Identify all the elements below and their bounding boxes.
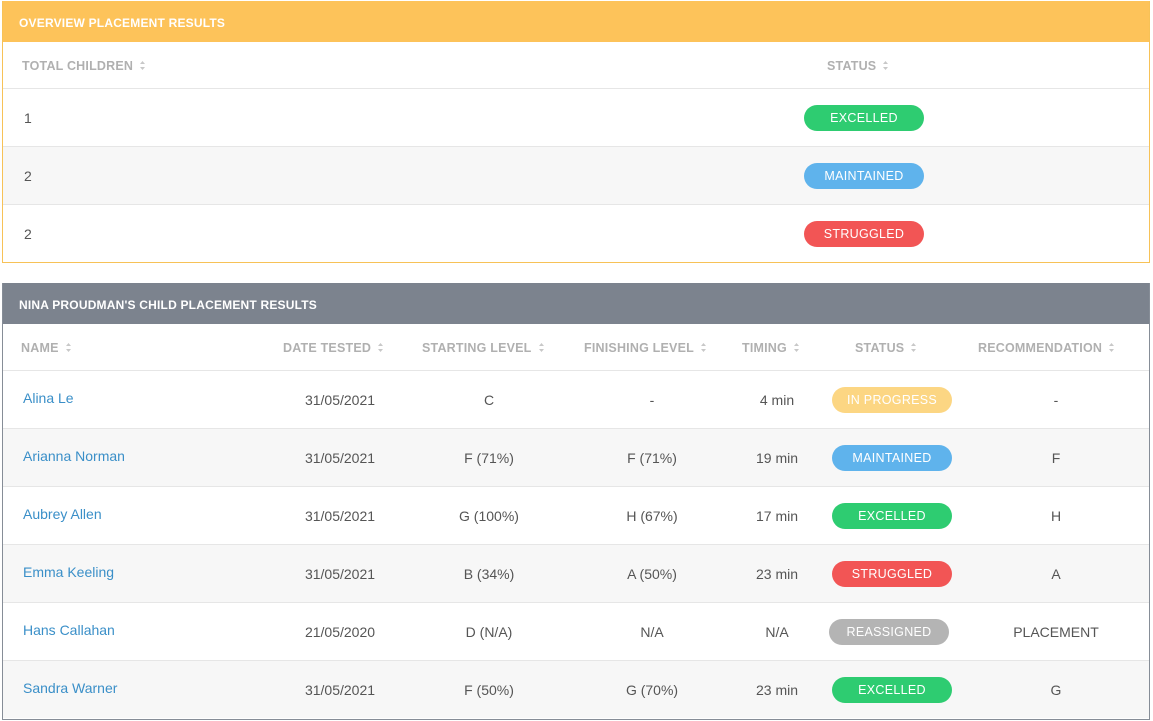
table-row: Sandra Warner 31/05/2021 F (50%) G (70%) 23 … <box>3 661 1149 718</box>
child-results-table-body: Alina Le 31/05/2021 C -4 min - IN PROGRESS Ari… <box>3 371 1149 718</box>
status-badge: STRUGGLED <box>804 221 924 247</box>
sort-icon[interactable] <box>378 343 384 353</box>
overview-panel-title: OVERVIEW PLACEMENT RESULTS <box>3 1 1149 42</box>
column-header-status[interactable]: STATUS <box>855 324 917 372</box>
child-results-panel-title: NINA PROUDMAN'S CHILD PLACEMENT RESULTS <box>3 283 1149 324</box>
status-badge: STRUGGLED <box>832 561 952 587</box>
rec-cell: F <box>1051 450 1061 466</box>
table-row: Aubrey Allen 31/05/2021 G (100%) H (67%) 17 … <box>3 487 1149 545</box>
column-header-recommendation[interactable]: RECOMMENDATION <box>978 324 1115 372</box>
child-name-link[interactable]: Arianna Norman <box>23 427 125 485</box>
column-header-finishing-level[interactable]: FINISHING LEVEL <box>584 324 706 372</box>
overview-table-header: TOTAL CHILDREN STATUS <box>3 42 1149 89</box>
status-badge: MAINTAINED <box>804 163 924 189</box>
column-header-name[interactable]: NAME <box>21 324 71 372</box>
sort-icon[interactable] <box>700 343 706 353</box>
column-header-starting-level[interactable]: STARTING LEVEL <box>422 324 544 372</box>
child-name-link[interactable]: Sandra Warner <box>23 659 117 717</box>
sort-icon[interactable] <box>65 343 71 353</box>
overview-table-body: 1 EXCELLED 2 MAINTAINED 2 STRUGGLED <box>3 89 1149 262</box>
rec-cell: PLACEMENT <box>1013 624 1099 640</box>
table-row: Alina Le 31/05/2021 C -4 min - IN PROGRESS <box>3 371 1149 429</box>
overview-panel: OVERVIEW PLACEMENT RESULTS TOTAL CHILDRE… <box>2 1 1150 263</box>
column-header-timing[interactable]: TIMING <box>742 324 799 372</box>
status-badge: EXCELLED <box>832 677 952 703</box>
sort-icon[interactable] <box>793 343 799 353</box>
status-badge: IN PROGRESS <box>832 387 952 413</box>
child-results-table-header: NAME DATE TESTED STARTING LEVEL FINISHIN… <box>3 324 1149 371</box>
status-badge: EXCELLED <box>804 105 924 131</box>
child-results-panel: NINA PROUDMAN'S CHILD PLACEMENT RESULTS … <box>2 283 1150 720</box>
status-badge: MAINTAINED <box>832 445 952 471</box>
table-row: 1 EXCELLED <box>3 89 1149 147</box>
rec-cell: G <box>1050 682 1062 698</box>
status-badge: EXCELLED <box>832 503 952 529</box>
sort-icon[interactable] <box>1109 343 1115 353</box>
table-row: Emma Keeling 31/05/2021 B (34%) A (50%) 23 m… <box>3 545 1149 603</box>
column-header-status[interactable]: STATUS <box>827 42 889 90</box>
total-children-cell: 2 <box>24 168 32 184</box>
total-children-cell: 2 <box>24 226 32 242</box>
sort-icon[interactable] <box>538 343 544 353</box>
child-name-link[interactable]: Hans Callahan <box>23 601 115 659</box>
table-row: Hans Callahan 21/05/2020 D (N/A) N/A N/A PLAC… <box>3 603 1149 661</box>
status-badge: REASSIGNED <box>829 619 949 645</box>
child-name-link[interactable]: Aubrey Allen <box>23 485 102 543</box>
child-name-link[interactable]: Alina Le <box>23 369 74 427</box>
rec-cell: - <box>1053 392 1059 408</box>
sort-icon[interactable] <box>883 61 889 71</box>
table-row: Arianna Norman 31/05/2021 F (71%) F (71%) 19… <box>3 429 1149 487</box>
child-name-link[interactable]: Emma Keeling <box>23 543 114 601</box>
total-children-cell: 1 <box>24 110 32 126</box>
sort-icon[interactable] <box>911 343 917 353</box>
column-header-date-tested[interactable]: DATE TESTED <box>283 324 384 372</box>
table-row: 2 STRUGGLED <box>3 205 1149 262</box>
rec-cell: A <box>1051 566 1061 582</box>
column-header-total-children[interactable]: TOTAL CHILDREN <box>22 42 146 90</box>
sort-icon[interactable] <box>140 61 146 71</box>
table-row: 2 MAINTAINED <box>3 147 1149 205</box>
rec-cell: H <box>1050 508 1062 524</box>
